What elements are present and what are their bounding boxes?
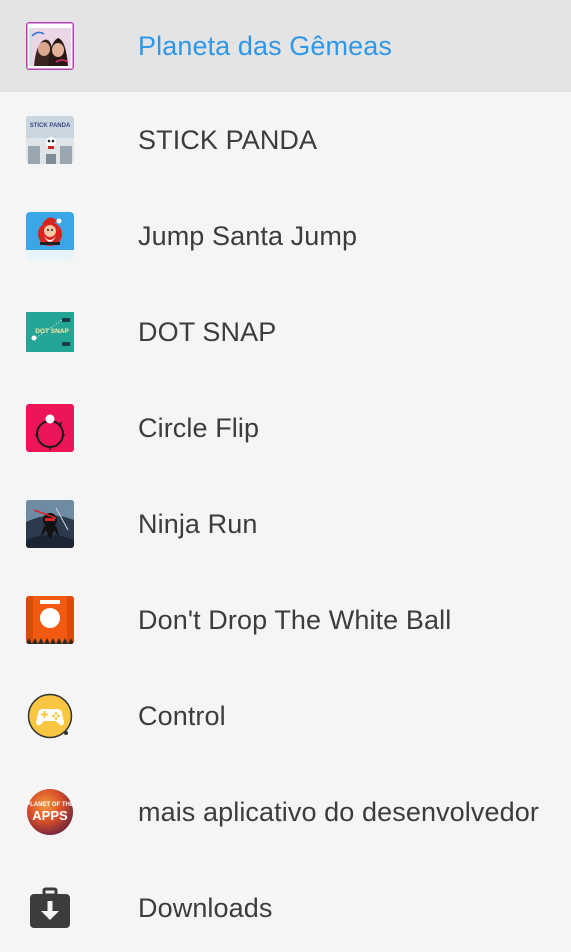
stick-panda-app-icon: STICK PANDA [26, 116, 74, 164]
menu-item-mais-aplicativo-do-desenvolvedor[interactable]: PLANET OF THE APPS mais aplicativo do de… [0, 764, 571, 860]
menu-item-downloads[interactable]: Downloads [0, 860, 571, 952]
control-gamepad-app-icon [26, 692, 74, 740]
ninja-run-app-icon [26, 500, 74, 548]
circle-flip-app-icon [26, 404, 74, 452]
menu-item-label: mais aplicativo do desenvolvedor [138, 796, 539, 827]
menu-item-label: STICK PANDA [138, 124, 318, 155]
menu-item-control[interactable]: Control [0, 668, 571, 764]
stick-panda-icon-text: STICK PANDA [30, 123, 71, 129]
menu-item-label: Planeta das Gêmeas [138, 30, 392, 61]
planet-of-apps-main-text: APPS [32, 808, 68, 823]
jump-santa-jump-app-icon [26, 212, 74, 260]
menu-item-label: Ninja Run [138, 508, 258, 539]
menu-item-label: Control [138, 700, 226, 731]
app-menu-list: Planeta das Gêmeas STICK PANDA STICK PAN… [0, 0, 571, 952]
planeta-das-gemeas-app-icon [26, 22, 74, 70]
menu-item-label: Circle Flip [138, 412, 260, 443]
downloads-briefcase-icon [26, 884, 74, 932]
planet-of-apps-icon: PLANET OF THE APPS [26, 788, 74, 836]
menu-item-ninja-run[interactable]: Ninja Run [0, 476, 571, 572]
dot-snap-icon-text: DOT SNAP [35, 328, 69, 335]
menu-item-label: Jump Santa Jump [138, 220, 358, 251]
menu-item-label: DOT SNAP [138, 316, 277, 347]
dont-drop-white-ball-app-icon [26, 596, 74, 644]
menu-item-circle-flip[interactable]: Circle Flip [0, 380, 571, 476]
menu-item-jump-santa-jump[interactable]: Jump Santa Jump [0, 188, 571, 284]
menu-item-label: Downloads [138, 892, 273, 923]
menu-item-planeta-das-gemeas[interactable]: Planeta das Gêmeas [0, 0, 571, 92]
menu-item-stick-panda[interactable]: STICK PANDA STICK PANDA [0, 92, 571, 188]
menu-item-dot-snap[interactable]: DOT SNAP DOT SNAP [0, 284, 571, 380]
menu-item-label: Don't Drop The White Ball [138, 604, 452, 635]
dot-snap-app-icon: DOT SNAP [26, 308, 74, 356]
menu-item-dont-drop-the-white-ball[interactable]: Don't Drop The White Ball [0, 572, 571, 668]
